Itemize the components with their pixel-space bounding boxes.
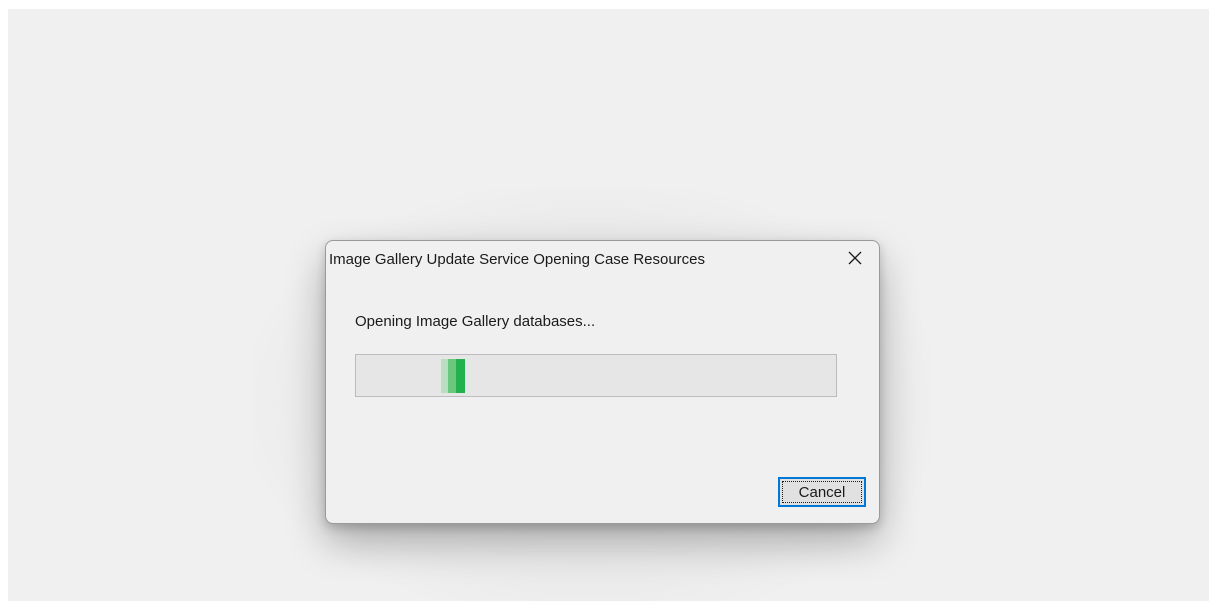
progress-marquee-segment xyxy=(448,359,456,393)
dialog-title: Image Gallery Update Service Opening Cas… xyxy=(329,251,706,268)
desktop-background: Image Gallery Update Service Opening Cas… xyxy=(8,9,1209,601)
dialog-titlebar[interactable]: Image Gallery Update Service Opening Cas… xyxy=(326,241,879,277)
progress-dialog: Image Gallery Update Service Opening Cas… xyxy=(325,240,880,524)
progress-marquee-segment xyxy=(441,359,448,393)
cancel-button[interactable]: Cancel xyxy=(778,477,866,507)
cancel-button-label: Cancel xyxy=(782,481,862,503)
progress-bar xyxy=(355,354,837,397)
close-button[interactable] xyxy=(835,243,875,273)
status-message: Opening Image Gallery databases... xyxy=(355,313,596,330)
close-icon xyxy=(848,251,862,265)
progress-marquee-segment xyxy=(456,359,465,393)
